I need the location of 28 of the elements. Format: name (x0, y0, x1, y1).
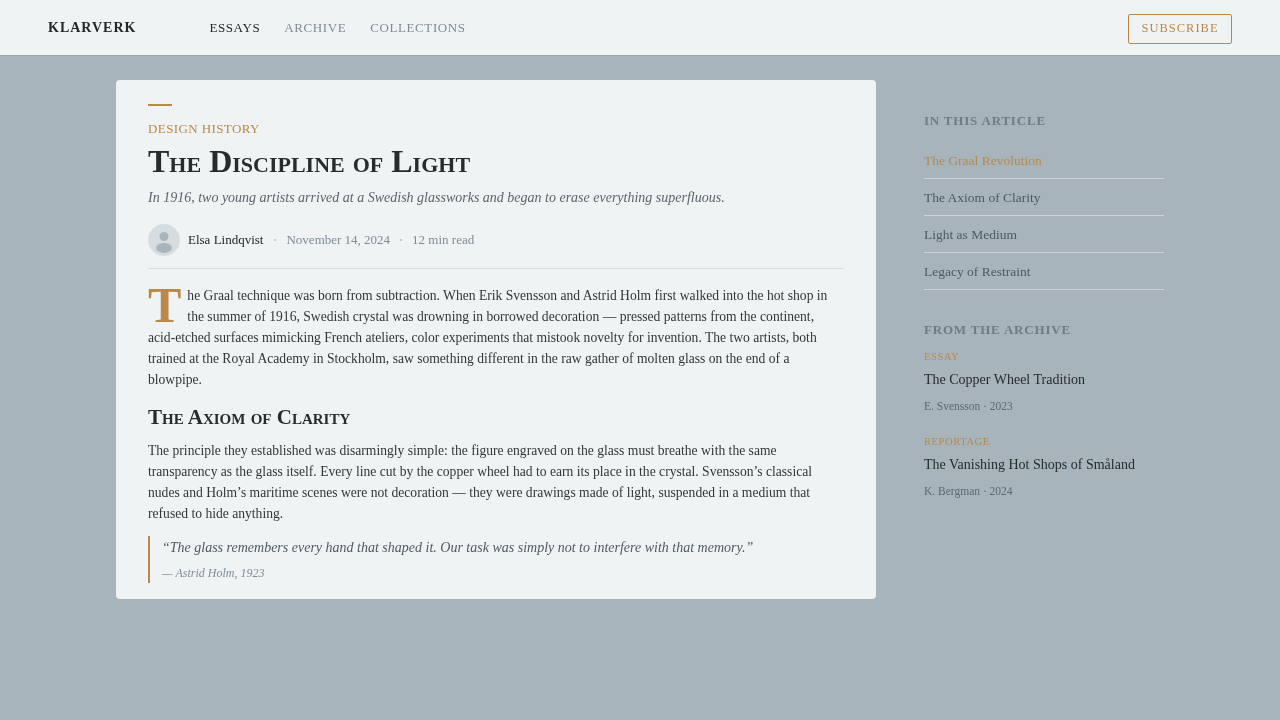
article-subtitle: In 1916, two young artists arrived at a Swedish glassworks and began to erase everything superfluous. (148, 189, 726, 207)
quote-text: “The glass remembers every hand that shaped it. Our task was simply not to interfere with that memory.” (162, 539, 754, 557)
subscribe-button[interactable]: SUBSCRIBE (1128, 13, 1232, 44)
toc-link[interactable]: Legacy of Restraint (924, 253, 1164, 290)
story-byline: K. Bergman · 2024 (924, 484, 1013, 498)
article-title: The Discipline of Light (148, 142, 472, 180)
read-time: 12 min read (412, 232, 475, 248)
accent-rule (148, 104, 172, 106)
toc-link[interactable]: Light as Medium (924, 216, 1164, 253)
nav-link[interactable]: COLLECTIONS (370, 19, 466, 36)
nav-link[interactable]: ESSAYS (209, 19, 261, 36)
quote-attribution: — Astrid Holm, 1923 (162, 565, 265, 581)
article-category: DESIGN HISTORY (148, 121, 261, 137)
story-category: ESSAY (924, 350, 960, 363)
toc-link[interactable]: The Axiom of Clarity (924, 179, 1164, 216)
publish-date: November 14, 2024 (286, 232, 391, 248)
nav-link[interactable]: ARCHIVE (284, 19, 347, 36)
section-label: FROM THE ARCHIVE (924, 322, 1071, 338)
body-paragraph: The principle they established was disarmingly simple: the figure engraved on the glass must breathe with the same transparency as the glass itself. Every line cut by the copper wheel had to earn its place in the crystal. Svensson’s classical nudes and Holm’s maritime scenes were not decoration — they were drawings made of light, suspended in a medium that refused to hide anything. (148, 442, 813, 523)
avatar-icon (148, 224, 180, 256)
story-category: REPORTAGE (924, 435, 990, 448)
logo[interactable]: KLARVERK (48, 19, 137, 36)
section-heading: The Axiom of Clarity (148, 404, 352, 430)
related-story-link[interactable]: The Copper Wheel Tradition (924, 371, 1086, 389)
story-byline: E. Svensson · 2023 (924, 399, 1013, 413)
author-name[interactable]: Elsa Lindqvist (188, 232, 264, 248)
toc-heading: IN THIS ARTICLE (924, 113, 1046, 129)
related-story-link[interactable]: The Vanishing Hot Shops of Småland (924, 456, 1135, 474)
